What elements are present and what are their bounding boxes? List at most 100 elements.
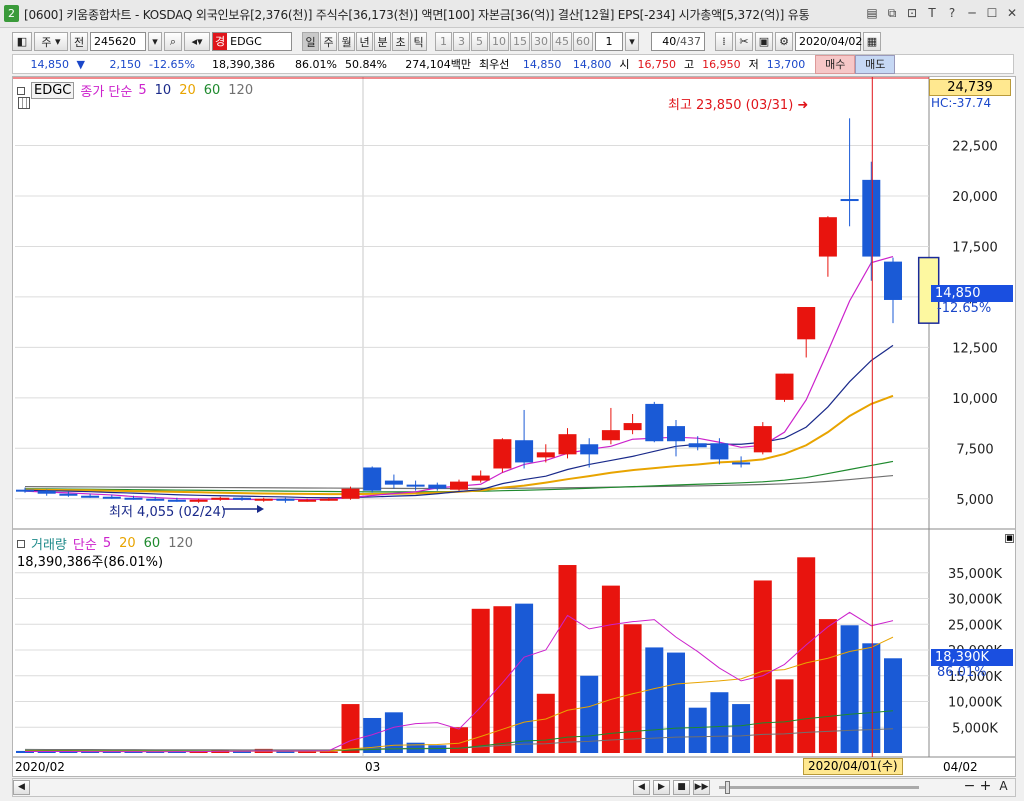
quote-vol-ratio: 86.01% bbox=[295, 57, 337, 71]
interval-tab-30[interactable]: 30 bbox=[531, 32, 551, 51]
zoom-slider[interactable] bbox=[719, 786, 919, 789]
zoom-slider-thumb[interactable] bbox=[725, 781, 730, 794]
volume-collapse-icon[interactable] bbox=[17, 539, 25, 548]
candle-body bbox=[536, 452, 555, 458]
candle-body bbox=[341, 488, 360, 499]
quote-open-label: 시 bbox=[619, 58, 630, 71]
indicator-grid-icon[interactable] bbox=[18, 97, 30, 109]
tool-icon[interactable]: ✂ bbox=[735, 32, 753, 51]
panel-close-icon[interactable]: ■ bbox=[1005, 534, 1014, 543]
quote-ratio2: 50.84% bbox=[345, 57, 387, 71]
quote-bar: 14,850 ▼ 2,150 -12.65% 18,390,386 86.01%… bbox=[12, 54, 1014, 74]
zoom-out-icon[interactable]: − bbox=[961, 779, 978, 795]
period-tab-0[interactable]: 일 bbox=[302, 32, 319, 51]
quote-open: 16,750 bbox=[637, 57, 677, 71]
warning-badge: 경 bbox=[213, 33, 228, 50]
sound-icon[interactable]: ◂▾ bbox=[184, 32, 210, 51]
chart-type-icon[interactable]: ⁞ bbox=[715, 32, 733, 51]
font-size-icon[interactable]: A bbox=[995, 780, 1012, 795]
interval-value-input[interactable]: 1 bbox=[595, 32, 623, 51]
candle-body bbox=[580, 444, 599, 455]
current-price-label: 14,850 bbox=[931, 285, 1013, 302]
chart-scrollbar[interactable]: ◀ ◀ ▶ ■ ▶▶ − + A bbox=[12, 778, 1016, 797]
volume-bar bbox=[341, 704, 360, 753]
restore-small-icon[interactable]: ⧉ bbox=[884, 5, 900, 21]
ma5-line bbox=[24, 255, 894, 501]
sell-button[interactable]: 매도 bbox=[855, 54, 896, 74]
period-tab-6[interactable]: 틱 bbox=[410, 32, 427, 51]
stock-name-field[interactable]: 경 EDGC bbox=[212, 32, 292, 51]
volume-bar bbox=[515, 603, 534, 753]
close-icon[interactable]: ✕ bbox=[1004, 5, 1020, 21]
interval-tab-5[interactable]: 5 bbox=[471, 32, 488, 51]
volume-bar bbox=[862, 643, 881, 753]
volume-bar bbox=[753, 580, 772, 753]
quote-amount: 274,104백만 bbox=[405, 58, 471, 71]
price-tick-label: 7,500 bbox=[956, 442, 993, 457]
price-tick-label: 12,500 bbox=[952, 341, 998, 356]
period-tab-4[interactable]: 분 bbox=[374, 32, 391, 51]
interval-dropdown-icon[interactable]: ▾ bbox=[625, 32, 639, 51]
layout-icon[interactable]: ▤ bbox=[864, 5, 880, 21]
legend-collapse-icon[interactable] bbox=[17, 86, 25, 95]
quote-low: 13,700 bbox=[766, 57, 806, 71]
zoom-in-icon[interactable]: + bbox=[977, 779, 994, 795]
interval-tab-10[interactable]: 10 bbox=[489, 32, 509, 51]
interval-tab-15[interactable]: 15 bbox=[510, 32, 530, 51]
stock-code-input[interactable]: 245620 bbox=[90, 32, 146, 51]
interval-tab-3[interactable]: 3 bbox=[453, 32, 470, 51]
candle-body bbox=[818, 217, 837, 257]
volume-tick-label: 25,000K bbox=[948, 618, 1002, 633]
panel-toggle-icon[interactable]: ◧ bbox=[12, 32, 32, 51]
volume-bar bbox=[840, 625, 859, 753]
interval-tab-1[interactable]: 1 bbox=[435, 32, 452, 51]
maximize-icon[interactable]: ☐ bbox=[984, 5, 1000, 21]
price-ma-label-120: 120 bbox=[228, 83, 254, 98]
candle-body bbox=[406, 484, 425, 487]
help-icon[interactable]: ? bbox=[944, 5, 960, 21]
volume-tick-label: 10,000K bbox=[948, 696, 1002, 711]
chart-area[interactable]: 22,50020,00017,50015,00012,50010,0007,50… bbox=[12, 76, 1016, 777]
pin-icon[interactable]: ⊡ bbox=[904, 5, 920, 21]
code-dropdown-icon[interactable]: ▾ bbox=[148, 32, 162, 51]
volume-legend-values: 5 20 60 120 bbox=[103, 536, 193, 551]
candle-body bbox=[450, 481, 468, 490]
prev-button[interactable]: 전 bbox=[70, 32, 88, 51]
play-back-button[interactable]: ◀ bbox=[633, 780, 650, 795]
buy-button[interactable]: 매수 bbox=[815, 54, 856, 74]
candle-body bbox=[667, 426, 685, 442]
candle-body bbox=[211, 497, 230, 500]
ma10-line bbox=[24, 344, 894, 499]
volume-tick-label: 35,000K bbox=[948, 567, 1002, 582]
fast-forward-button[interactable]: ▶▶ bbox=[693, 780, 710, 795]
interval-tab-60[interactable]: 60 bbox=[573, 32, 593, 51]
period-tab-3[interactable]: 년 bbox=[356, 32, 373, 51]
date-input[interactable]: 2020/04/02 bbox=[795, 32, 862, 51]
price-legend: EDGC 종가 단순 5 10 20 60 120 bbox=[17, 81, 253, 100]
save-icon[interactable]: ▣ bbox=[755, 32, 773, 51]
calendar-icon[interactable]: ▦ bbox=[863, 32, 881, 51]
volume-bar bbox=[558, 565, 577, 753]
scroll-left-button[interactable]: ◀ bbox=[13, 780, 30, 795]
play-forward-button[interactable]: ▶ bbox=[653, 780, 670, 795]
settings-gear-icon[interactable]: ⚙ bbox=[775, 32, 793, 51]
stop-button[interactable]: ■ bbox=[673, 780, 690, 795]
volume-bar bbox=[623, 624, 642, 753]
market-type-dropdown[interactable]: 주 ▾ bbox=[34, 32, 68, 51]
period-tab-2[interactable]: 월 bbox=[338, 32, 355, 51]
interval-tabs: 1 3 5 10 15 30 45 60 bbox=[435, 32, 593, 51]
volume-current-pct: 86.01% bbox=[937, 665, 987, 680]
candle-body bbox=[688, 443, 707, 448]
candle-body bbox=[298, 499, 317, 502]
count-input[interactable]: 40/437 bbox=[651, 32, 705, 51]
volume-bar bbox=[667, 652, 685, 753]
interval-tab-45[interactable]: 45 bbox=[552, 32, 572, 51]
search-icon[interactable]: ⌕ bbox=[164, 32, 182, 51]
candlestick-chart[interactable]: 22,50020,00017,50015,00012,50010,0007,50… bbox=[13, 77, 1015, 776]
text-icon[interactable]: T bbox=[924, 5, 940, 21]
minimize-icon[interactable]: ─ bbox=[964, 5, 980, 21]
period-tab-5[interactable]: 초 bbox=[392, 32, 409, 51]
candle-body bbox=[471, 475, 490, 481]
period-tab-1[interactable]: 주 bbox=[320, 32, 337, 51]
price-ma-label-10: 10 bbox=[154, 83, 172, 98]
